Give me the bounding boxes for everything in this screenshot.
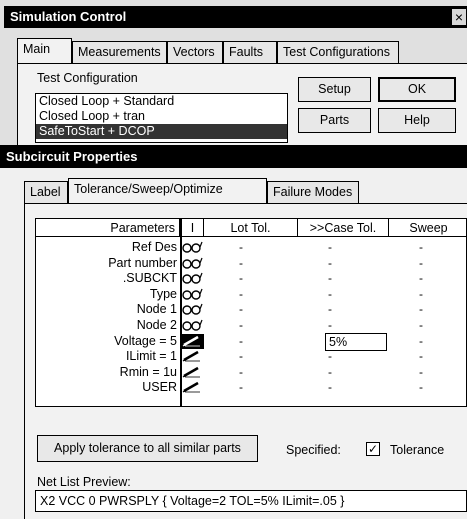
tolerance-checkbox[interactable]: ✓ — [366, 442, 380, 456]
parameter-name: USER — [142, 380, 177, 395]
parameter-name: Ref Des — [131, 240, 177, 254]
test-configuration-list[interactable]: Closed Loop + Standard Closed Loop + tra… — [35, 93, 288, 143]
sweep-cell[interactable]: - — [419, 318, 423, 333]
netlist-preview-label: Net List Preview: — [37, 475, 131, 489]
case-tol-cell[interactable]: - — [328, 380, 332, 395]
sweep-cell[interactable]: - — [419, 271, 423, 286]
setup-button[interactable]: Setup — [298, 77, 371, 102]
test-configuration-label: Test Configuration — [37, 71, 138, 85]
col-header-lot-tol[interactable]: Lot Tol. — [204, 219, 298, 237]
case-tol-cell[interactable]: - — [328, 240, 332, 255]
col-header-parameters[interactable]: Parameters — [36, 219, 180, 237]
table-row[interactable]: ILimit = 1 - - - — [36, 349, 467, 364]
sweep-cell[interactable]: - — [419, 349, 423, 364]
tab-failure-modes[interactable]: Failure Modes — [267, 181, 359, 203]
glasses-icon[interactable] — [182, 240, 204, 255]
simulation-control-window: Simulation Control × Main Measurements V… — [0, 0, 467, 150]
table-row[interactable]: Voltage = 5 - 5% - — [36, 332, 467, 351]
specified-label: Specified: — [286, 443, 341, 457]
ok-button[interactable]: OK — [378, 77, 456, 102]
tolerance-checkbox-label: Tolerance — [390, 443, 445, 457]
glasses-icon[interactable] — [182, 318, 204, 333]
list-item-selected[interactable]: SafeToStart + DCOP — [36, 124, 287, 139]
pencil-icon[interactable] — [181, 333, 204, 349]
col-header-i[interactable]: I — [180, 219, 204, 237]
sweep-cell[interactable]: - — [419, 287, 423, 302]
tab-faults[interactable]: Faults — [223, 41, 277, 63]
parameter-name: ILimit = 1 — [125, 349, 177, 364]
parameter-name: Voltage = 5 — [114, 333, 177, 348]
col-header-case-tol[interactable]: >>Case Tol. — [298, 219, 389, 237]
lot-tol-cell[interactable]: - — [239, 318, 243, 333]
tab-main[interactable]: Main — [17, 38, 72, 63]
table-row[interactable]: Node 2 - - - — [36, 318, 467, 333]
table-row[interactable]: USER - - - — [36, 380, 467, 395]
subcircuit-properties-window: Subcircuit Properties Label Tolerance/Sw… — [0, 145, 467, 519]
table-row[interactable]: Part number - - - — [36, 256, 467, 271]
parameter-name: Part number — [108, 255, 177, 270]
help-button[interactable]: Help — [378, 108, 456, 133]
list-item[interactable]: Closed Loop + Standard — [36, 94, 287, 109]
tab-test-configurations[interactable]: Test Configurations — [277, 41, 399, 63]
case-tol-cell[interactable]: - — [328, 302, 332, 317]
case-tol-cell[interactable]: - — [328, 318, 332, 333]
case-tol-cell[interactable]: - — [328, 287, 332, 302]
list-item[interactable]: Closed Loop + tran — [36, 109, 287, 124]
glasses-icon[interactable] — [182, 302, 204, 317]
pencil-icon[interactable] — [181, 349, 204, 364]
table-row[interactable]: .SUBCKT - - - — [36, 271, 467, 286]
subcircuit-properties-titlebar: Subcircuit Properties — [0, 145, 467, 168]
parts-button[interactable]: Parts — [298, 108, 371, 133]
sweep-cell[interactable]: - — [419, 380, 423, 395]
tab-label[interactable]: Label — [24, 181, 68, 203]
apply-tolerance-button[interactable]: Apply tolerance to all similar parts — [37, 435, 258, 462]
parameter-name: Rmin = 1u — [119, 364, 177, 379]
parameter-name: Type — [149, 286, 177, 301]
lot-tol-cell[interactable]: - — [239, 334, 243, 349]
case-tol-cell[interactable]: - — [328, 271, 332, 286]
simulation-control-titlebar: Simulation Control — [4, 6, 467, 28]
table-row[interactable]: Type - - - — [36, 287, 467, 302]
table-row[interactable]: Ref Des - - - — [36, 240, 467, 255]
sweep-cell[interactable]: - — [419, 365, 423, 380]
window-title: Subcircuit Properties — [6, 149, 138, 164]
tab-tolerance-sweep-optimize[interactable]: Tolerance/Sweep/Optimize — [68, 178, 267, 203]
pencil-icon[interactable] — [181, 365, 204, 380]
parameter-rows: Ref Des - - - Part number - - - .SUBCKT - - - Type - -… — [36, 240, 467, 400]
lot-tol-cell[interactable]: - — [239, 271, 243, 286]
table-row[interactable]: Rmin = 1u - - - — [36, 365, 467, 380]
lot-tol-cell[interactable]: - — [239, 380, 243, 395]
lot-tol-cell[interactable]: - — [239, 349, 243, 364]
parameter-grid: Parameters I Lot Tol. >>Case Tol. Sweep … — [35, 218, 467, 407]
col-header-sweep[interactable]: Sweep — [389, 219, 467, 237]
sweep-cell[interactable]: - — [419, 240, 423, 255]
sweep-cell[interactable]: - — [419, 334, 423, 349]
case-tol-cell[interactable]: - — [328, 256, 332, 271]
case-tol-input[interactable]: 5% — [325, 332, 387, 351]
glasses-icon[interactable] — [182, 256, 204, 271]
sweep-cell[interactable]: - — [419, 302, 423, 317]
tab-measurements[interactable]: Measurements — [72, 41, 167, 63]
close-icon[interactable]: × — [451, 8, 467, 26]
window-title: Simulation Control — [10, 9, 127, 24]
pencil-icon[interactable] — [181, 380, 204, 395]
table-row[interactable]: Node 1 - - - — [36, 302, 467, 317]
lot-tol-cell[interactable]: - — [239, 256, 243, 271]
case-tol-cell[interactable]: - — [328, 349, 332, 364]
glasses-icon[interactable] — [182, 271, 204, 286]
lot-tol-cell[interactable]: - — [239, 365, 243, 380]
lot-tol-cell[interactable]: - — [239, 240, 243, 255]
parameter-name: Node 1 — [136, 302, 177, 317]
lot-tol-cell[interactable]: - — [239, 287, 243, 302]
netlist-preview-field[interactable]: X2 VCC 0 PWRSPLY { Voltage=2 TOL=5% ILim… — [35, 490, 467, 512]
sweep-cell[interactable]: - — [419, 256, 423, 271]
tab-vectors[interactable]: Vectors — [167, 41, 223, 63]
case-tol-cell[interactable]: - — [328, 365, 332, 380]
glasses-icon[interactable] — [182, 287, 204, 302]
sub-tab-strip: Label Tolerance/Sweep/Optimize Failure M… — [24, 178, 467, 203]
parameter-name: .SUBCKT — [122, 271, 177, 286]
lot-tol-cell[interactable]: - — [239, 302, 243, 317]
parameter-name: Node 2 — [136, 318, 177, 332]
sim-tab-strip: Main Measurements Vectors Faults Test Co… — [17, 38, 467, 63]
